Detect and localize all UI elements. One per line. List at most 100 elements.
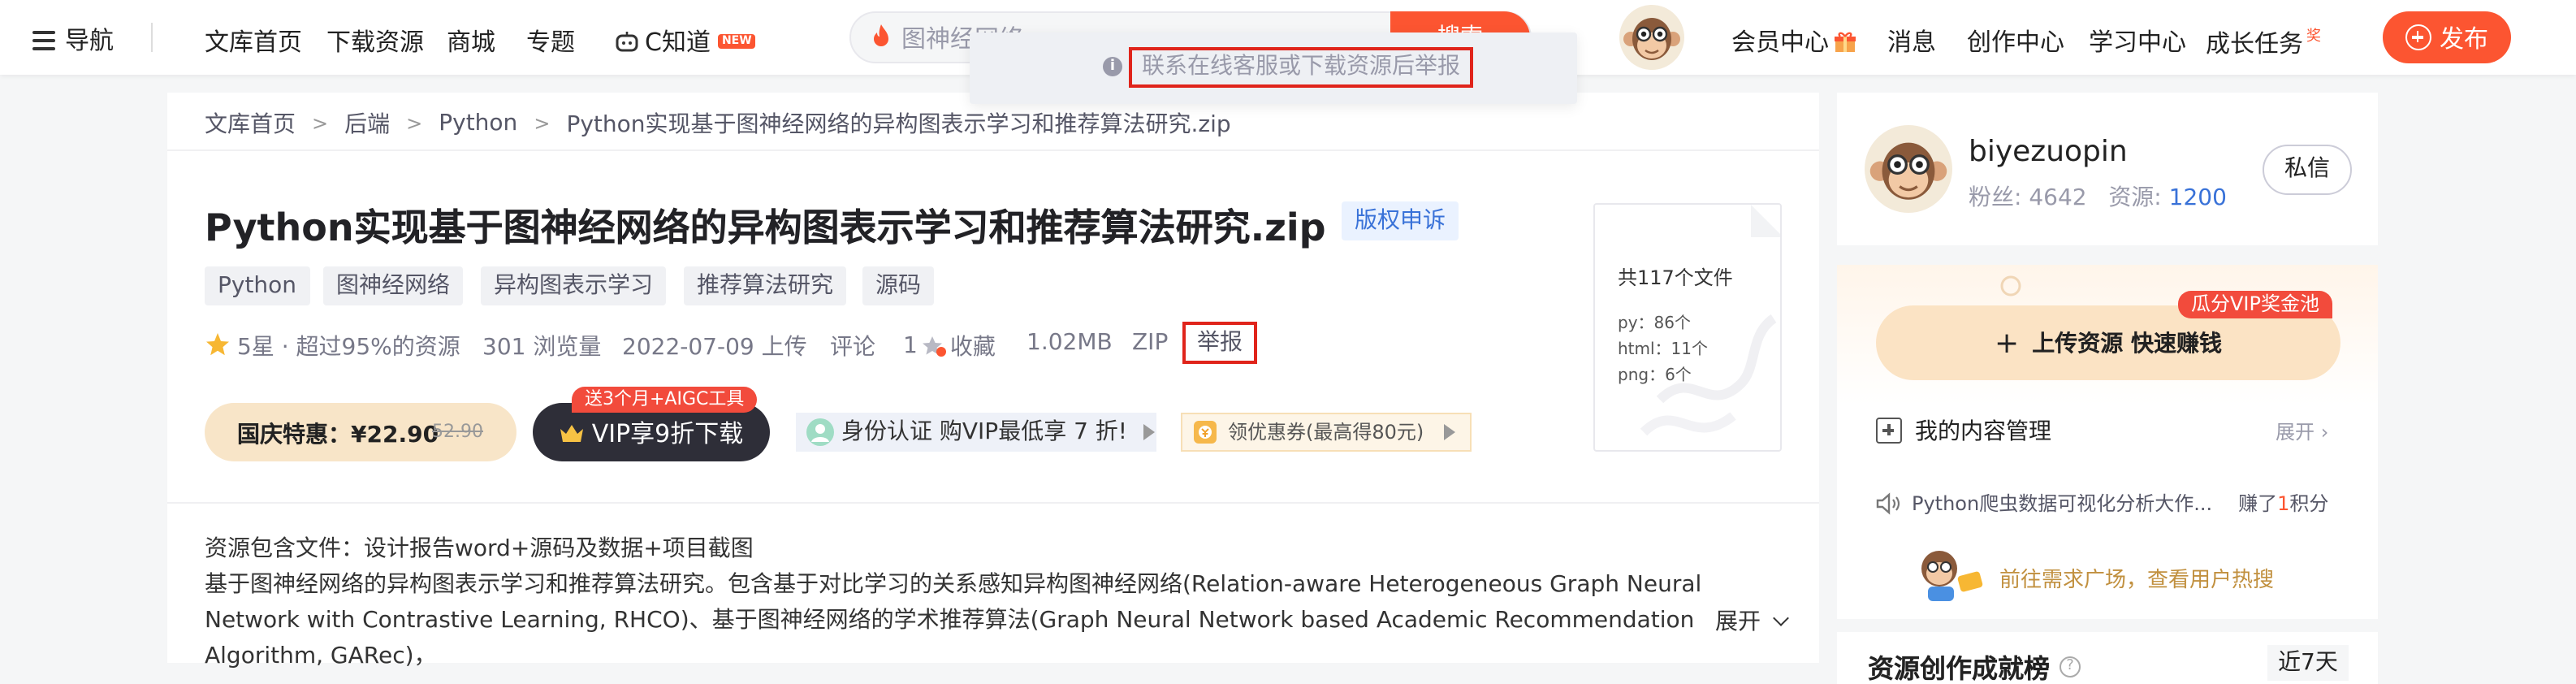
nav-growth-label: 成长任务	[2206, 29, 2304, 58]
breadcrumb-python[interactable]: Python	[439, 110, 517, 136]
tag-source-code[interactable]: 源码	[862, 266, 934, 305]
help-icon[interactable]: ?	[2060, 656, 2081, 677]
nav-divider	[151, 23, 153, 52]
expand-label: 展开	[1715, 609, 1761, 635]
collect-label: 收藏	[949, 335, 996, 361]
description-expand-button[interactable]: 展开	[1709, 604, 1790, 637]
nav-messages[interactable]: 消息	[1887, 24, 1936, 58]
original-price: 52.90	[432, 421, 483, 442]
decor-circle-icon	[2000, 275, 2021, 297]
menu-icon	[32, 30, 55, 50]
add-box-icon	[1876, 418, 1902, 444]
author-res-label: 资源:	[2108, 185, 2169, 211]
file-total: 共117个文件	[1618, 266, 1733, 289]
star-icon	[206, 333, 229, 356]
chevron-right-icon: >	[406, 112, 423, 135]
resource-title: Python实现基于图神经网络的异构图表示学习和推荐算法研究.zip	[205, 208, 1326, 250]
tag-hetero-graph[interactable]: 异构图表示学习	[481, 266, 666, 305]
coupon-promo[interactable]: 领优惠券(最高得80元)	[1181, 413, 1472, 452]
nav-link-downloads[interactable]: 下载资源	[326, 24, 424, 58]
tag-python[interactable]: Python	[205, 266, 310, 305]
vip-gift-badge: 送3个月+AIGC工具	[572, 387, 758, 413]
nav-cknow-label: C知道	[645, 28, 711, 57]
coupon-promo-text: 领优惠券(最高得80元)	[1228, 421, 1424, 444]
demand-square-link[interactable]: 前往需求广场，查看用户热搜	[1999, 562, 2274, 593]
new-badge: NEW	[718, 34, 755, 49]
nav-link-mall[interactable]: 商城	[447, 24, 495, 58]
file-row-png: png：6个	[1618, 367, 1692, 385]
resource-contains: 资源包含文件：设计报告word+源码及数据+项目截图	[205, 536, 754, 562]
nav-vip-label: 会员中心	[1731, 28, 1830, 57]
nav-menu-button[interactable]: 导航	[32, 23, 114, 57]
crown-icon	[560, 424, 584, 441]
holiday-price: 国庆特惠：¥22.90	[237, 422, 439, 448]
nav-growth-tasks[interactable]: 成长任务奖	[2206, 24, 2321, 60]
comment-link[interactable]: 评论	[830, 330, 875, 362]
ranking-period-select[interactable]: 近7天	[2267, 645, 2349, 681]
mascot-icon	[1921, 551, 1983, 601]
play-arrow-icon	[1143, 424, 1156, 440]
file-row-html: html：11个	[1618, 341, 1709, 359]
nav-learning-center[interactable]: 学习中心	[2089, 24, 2186, 58]
content-management-label: 我的内容管理	[1915, 419, 2051, 445]
breadcrumb: 文库首页 > 后端 > Python > Python实现基于图神经网络的异构图…	[205, 107, 1231, 140]
plus-icon: +	[1995, 326, 2020, 360]
chevron-right-icon: ›	[2320, 421, 2329, 444]
notice-earnings: 赚了1积分	[2238, 492, 2329, 515]
author-stats: 粉丝: 4642 资源: 1200	[1969, 180, 2227, 213]
nav-creation-center[interactable]: 创作中心	[1967, 24, 2064, 58]
resource-description: 基于图神经网络的异构图表示学习和推荐算法研究。包含基于对比学习的关系感知异构图神…	[205, 572, 1702, 669]
collect-count: 1	[903, 333, 918, 359]
tag-gnn[interactable]: 图神经网络	[323, 266, 463, 305]
notice-text: Python爬虫数据可视化分析大作...	[1912, 492, 2213, 515]
chevron-right-icon: >	[534, 112, 551, 135]
nav-link-topics[interactable]: 专题	[526, 24, 575, 58]
monkey-avatar-icon	[1865, 125, 1952, 213]
file-row-py: py：86个	[1618, 315, 1691, 333]
content-management-link[interactable]: 我的内容管理	[1876, 414, 2051, 447]
breadcrumb-home[interactable]: 文库首页	[205, 107, 296, 140]
report-button[interactable]: 举报	[1182, 322, 1257, 364]
robot-icon	[616, 31, 638, 51]
holiday-buy-button[interactable]: 国庆特惠：¥22.90 52.90	[205, 403, 516, 461]
fire-icon	[874, 24, 888, 46]
ranking-title: 资源创作成就榜 ?	[1868, 647, 2081, 684]
identity-vip-promo[interactable]: 身份认证 购VIP最低享 7 折!	[796, 413, 1156, 452]
author-res-count: 1200	[2168, 185, 2227, 211]
view-count: 301 浏览量	[482, 335, 602, 361]
private-message-button[interactable]: 私信	[2263, 145, 2352, 195]
gift-icon	[1835, 31, 1856, 51]
vip-pool-badge: 瓜分VIP奖金池	[2178, 291, 2332, 318]
user-avatar[interactable]	[1619, 5, 1684, 70]
identity-icon	[806, 418, 834, 446]
chevron-right-icon: >	[312, 112, 329, 135]
publish-button[interactable]: 发布	[2383, 11, 2511, 63]
speaker-icon	[1876, 491, 1900, 514]
divider	[167, 502, 1819, 504]
report-tooltip-text: 联系在线客服或下载资源后举报	[1129, 47, 1473, 88]
nav-link-cknow[interactable]: C知道 NEW	[614, 24, 755, 58]
chevron-down-icon	[1774, 610, 1790, 626]
coupon-icon	[1194, 421, 1217, 444]
nav-link-home[interactable]: 文库首页	[205, 24, 302, 58]
file-size: 1.02MB	[1027, 330, 1113, 356]
star-collect-icon	[922, 336, 946, 357]
upload-date: 2022-07-09 上传	[622, 335, 807, 361]
collect-button[interactable]: 1 收藏	[903, 330, 996, 362]
info-icon: i	[1103, 57, 1122, 76]
content-expand-label: 展开	[2276, 421, 2315, 444]
identity-promo-text: 身份认证 购VIP最低享 7 折!	[841, 419, 1128, 445]
publish-label: 发布	[2439, 24, 2488, 53]
play-arrow-icon	[1443, 424, 1455, 440]
content-expand-button[interactable]: 展开 ›	[2276, 418, 2328, 445]
nav-vip-center[interactable]: 会员中心	[1731, 24, 1856, 58]
file-format: ZIP	[1132, 330, 1169, 356]
tag-recommendation[interactable]: 推荐算法研究	[684, 266, 846, 305]
monkey-avatar-icon	[1619, 5, 1684, 70]
copyright-appeal-button[interactable]: 版权申诉	[1342, 201, 1459, 240]
breadcrumb-backend[interactable]: 后端	[344, 107, 390, 140]
earnings-notice[interactable]: Python爬虫数据可视化分析大作... 赚了1积分	[1876, 489, 2328, 517]
file-summary-card[interactable]: 共117个文件 py：86个 html：11个 png：6个	[1593, 203, 1782, 452]
author-name[interactable]: biyezuopin	[1969, 135, 2128, 169]
author-avatar[interactable]	[1865, 125, 1952, 213]
